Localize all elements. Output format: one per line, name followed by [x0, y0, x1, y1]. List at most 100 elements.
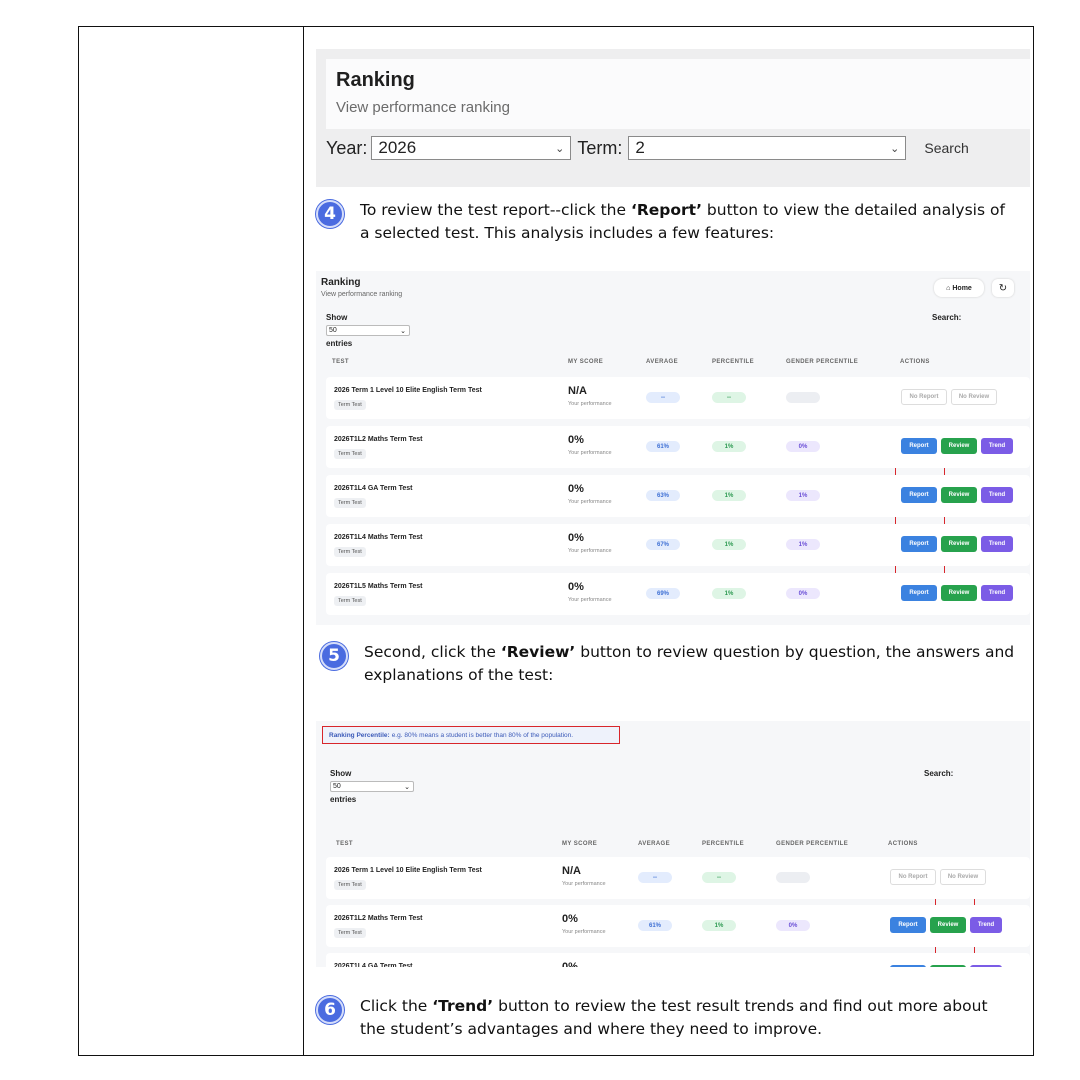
- test-name: 2026 Term 1 Level 10 Elite English Term …: [334, 387, 482, 394]
- table-row: 2026T1L2 Maths Term Test Term Test 0% Your …: [326, 905, 1030, 947]
- table-row: 2026T1L4 GA Term TestTerm Test0%Your per…: [326, 953, 1030, 967]
- average-pill: 61%: [638, 920, 672, 931]
- trend-button[interactable]: Trend: [981, 536, 1013, 552]
- ranking-header-card: Ranking View performance ranking: [326, 59, 1030, 129]
- gender-percentile-pill: 0%: [776, 920, 810, 931]
- column-header-gender: GENDER PERCENTILE: [786, 359, 859, 365]
- year-label: Year:: [326, 137, 368, 158]
- trend-button[interactable]: Trend: [970, 917, 1002, 933]
- average-pill: --: [638, 872, 672, 883]
- term-test-tag: Term Test: [334, 928, 366, 938]
- test-name: 2026 Term 1 Level 10 Elite English Term …: [334, 867, 482, 874]
- ranking-subtitle: View performance ranking: [321, 291, 403, 298]
- test-name: 2026T1L2 Maths Term Test: [334, 915, 423, 922]
- step-text-bold: ‘Trend’: [432, 997, 494, 1015]
- instruction-table: Ranking View performance ranking Year: 2…: [78, 26, 1034, 1056]
- review-button[interactable]: Review: [941, 536, 977, 552]
- performance-label: Your performance: [562, 929, 606, 935]
- entries-select[interactable]: 50 ⌄: [326, 325, 410, 336]
- term-value: 2: [635, 138, 645, 157]
- gender-percentile-pill: [776, 872, 810, 883]
- trend-button[interactable]: Trend: [981, 585, 1013, 601]
- percentile-pill: 1%: [712, 588, 746, 599]
- term-test-tag: Term Test: [334, 547, 366, 557]
- trend-button[interactable]: Trend: [970, 965, 1002, 967]
- year-select[interactable]: 2026 ⌄: [371, 136, 572, 160]
- step-text-part: To review the test report--click the: [360, 201, 631, 219]
- performance-label: Your performance: [568, 548, 612, 554]
- test-name: 2026T1L4 GA Term Test: [334, 485, 413, 492]
- performance-label: Your performance: [568, 450, 612, 456]
- table-row: 2026T1L5 Maths Term Test Term Test 0% Your …: [326, 573, 1030, 615]
- performance-label: Your performance: [568, 401, 612, 407]
- column-header-average: AVERAGE: [646, 359, 679, 365]
- review-button[interactable]: Review: [930, 917, 966, 933]
- trend-button[interactable]: Trend: [981, 438, 1013, 454]
- performance-label: Your performance: [562, 881, 606, 887]
- page-title: Ranking: [336, 69, 415, 91]
- search-label: Search:: [924, 769, 954, 778]
- my-score: 0%: [562, 961, 578, 967]
- gender-percentile-pill: 1%: [786, 490, 820, 501]
- test-name: 2026T1L4 Maths Term Test: [334, 534, 423, 541]
- performance-label: Your performance: [568, 499, 612, 505]
- review-button[interactable]: Review: [941, 438, 977, 454]
- step-number-badge: 4: [316, 200, 344, 228]
- home-button[interactable]: ⌂ Home: [934, 279, 984, 297]
- performance-label: Your performance: [568, 597, 612, 603]
- search-button[interactable]: Search: [924, 140, 968, 156]
- report-button[interactable]: Report: [901, 585, 937, 601]
- review-button[interactable]: Review: [930, 965, 966, 967]
- ranking-title: Ranking: [321, 277, 361, 288]
- table-row: 2026T1L2 Maths Term Test Term Test 0% Your …: [326, 426, 1030, 468]
- percentile-pill: 1%: [712, 539, 746, 550]
- my-score: 0%: [568, 483, 584, 495]
- step-number-badge: 6: [316, 996, 344, 1024]
- step-number-badge: 5: [320, 642, 348, 670]
- average-pill: 69%: [646, 588, 680, 599]
- percentile-pill: --: [702, 872, 736, 883]
- report-button[interactable]: Report: [901, 438, 937, 454]
- no-review-button: No Review: [940, 869, 986, 885]
- column-header-actions: ACTIONS: [900, 359, 930, 365]
- column-header-gender: GENDER PERCENTILE: [776, 841, 849, 847]
- average-pill: 67%: [646, 539, 680, 550]
- no-report-button: No Report: [890, 869, 936, 885]
- entries-value: 50: [333, 783, 341, 790]
- no-report-button: No Report: [901, 389, 947, 405]
- table-row: 2026T1L4 Maths Term Test Term Test 0% Your …: [326, 524, 1030, 566]
- report-button[interactable]: Report: [901, 536, 937, 552]
- term-test-tag: Term Test: [334, 400, 366, 410]
- entries-select[interactable]: 50 ⌄: [330, 781, 414, 792]
- report-button[interactable]: Report: [890, 917, 926, 933]
- step-text: Second, click the ‘Review’ button to rev…: [364, 641, 1020, 687]
- review-button[interactable]: Review: [941, 585, 977, 601]
- my-score: N/A: [562, 865, 581, 877]
- percentile-pill: 1%: [712, 490, 746, 501]
- term-test-tag: Term Test: [334, 596, 366, 606]
- notice-text: e.g. 80% means a student is better than …: [391, 731, 574, 739]
- step-5: 5 Second, click the ‘Review’ button to r…: [320, 641, 1020, 687]
- test-name: 2026T1L5 Maths Term Test: [334, 583, 423, 590]
- refresh-icon[interactable]: ↻: [992, 279, 1014, 297]
- column-header-test: TEST: [336, 841, 353, 847]
- column-header-my-score: MY SCORE: [562, 841, 598, 847]
- ranking-filter-screenshot: Ranking View performance ranking Year: 2…: [316, 49, 1030, 187]
- entries-label: entries: [330, 795, 357, 804]
- trend-button[interactable]: Trend: [981, 487, 1013, 503]
- chevron-down-icon: ⌄: [400, 327, 406, 335]
- report-button[interactable]: Report: [890, 965, 926, 967]
- step-4: 4 To review the test report--click the ‘…: [316, 199, 1016, 245]
- percentile-pill: --: [712, 392, 746, 403]
- my-score: N/A: [568, 385, 587, 397]
- step-text: Click the ‘Trend’ button to review the t…: [360, 995, 1016, 1041]
- test-name: 2026T1L2 Maths Term Test: [334, 436, 423, 443]
- column-header-percentile: PERCENTILE: [712, 359, 755, 365]
- review-button[interactable]: Review: [941, 487, 977, 503]
- search-label: Search:: [932, 313, 962, 322]
- term-select[interactable]: 2 ⌄: [628, 136, 907, 160]
- my-score: 0%: [568, 434, 584, 446]
- report-button[interactable]: Report: [901, 487, 937, 503]
- no-review-button: No Review: [951, 389, 997, 405]
- ranking-percentile-notice: Ranking Percentile: e.g. 80% means a stud…: [322, 726, 620, 744]
